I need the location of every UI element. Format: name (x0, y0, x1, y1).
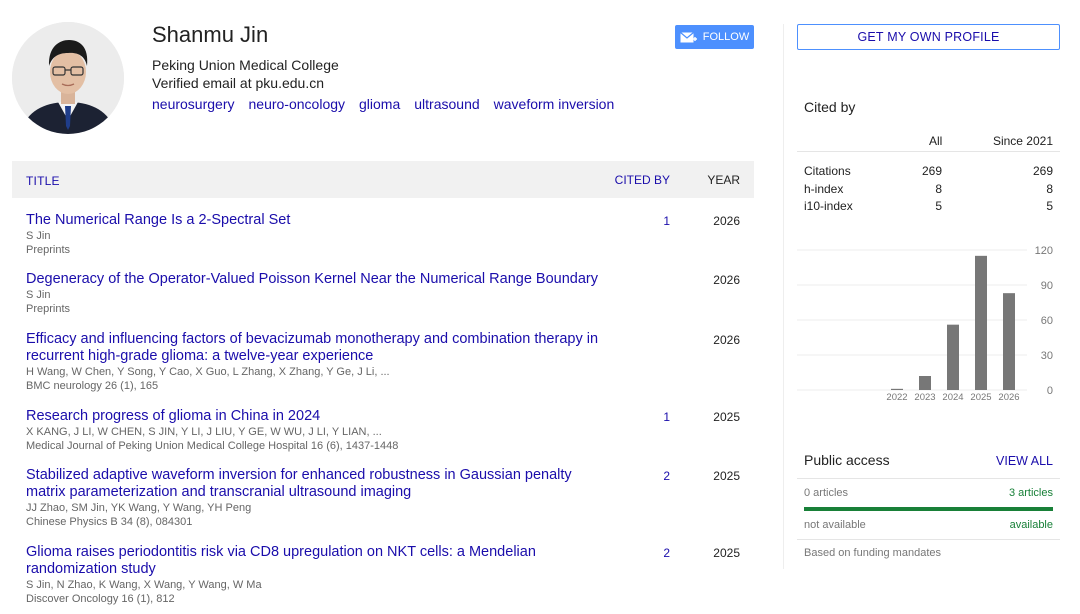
x-tick-label: 2026 (998, 392, 1019, 403)
chart-bar-2023 (919, 376, 931, 390)
public-access-status: not available available (804, 519, 1053, 531)
column-divider (783, 24, 784, 569)
articles-available-count: 3 articles (1008, 487, 1053, 499)
profile-avatar (12, 22, 124, 134)
publication-title[interactable]: Efficacy and influencing factors of beva… (26, 331, 606, 365)
interest-link[interactable]: ultrasound (414, 96, 479, 112)
stat-since: 5 (1046, 199, 1053, 213)
x-tick-label: 2024 (942, 392, 963, 403)
publication-row: Research progress of glioma in China in … (26, 408, 754, 453)
stat-label: Citations (804, 164, 851, 178)
y-tick-label: 60 (1041, 315, 1053, 327)
profile-name: Shanmu Jin (152, 22, 269, 47)
publication-venue: Preprints (26, 303, 71, 315)
research-interests: neurosurgery neuro-oncology glioma ultra… (152, 96, 614, 112)
publication-title[interactable]: Degeneracy of the Operator-Valued Poisso… (26, 271, 606, 288)
not-available-label: not available (804, 519, 866, 531)
publication-year: 2026 (713, 333, 740, 347)
publication-venue: Medical Journal of Peking Union Medical … (26, 440, 399, 452)
publication-authors: S Jin (26, 230, 51, 242)
interest-link[interactable]: neurosurgery (152, 96, 235, 112)
cited-by-heading: Cited by (804, 99, 856, 115)
articles-not-available-count: 0 articles (804, 487, 849, 499)
chart-svg: 0 30 60 90 120 2022 2023 2024 2025 2026 (797, 245, 1053, 403)
publication-row: Glioma raises periodontitis risk via CD8… (26, 544, 754, 606)
col-all: All (929, 134, 943, 148)
stat-since: 8 (1046, 181, 1053, 196)
cited-by-count[interactable]: 1 (630, 214, 670, 228)
sort-by-title[interactable]: TITLE (26, 174, 60, 188)
chart-bar-2025 (975, 255, 987, 390)
cited-by-count[interactable]: 2 (630, 546, 670, 560)
publication-authors: S Jin (26, 289, 51, 301)
follow-label: FOLLOW (702, 31, 750, 43)
public-access-heading: Public access (804, 452, 890, 468)
x-tick-label: 2025 (970, 392, 991, 403)
publication-year: 2026 (713, 273, 740, 287)
publication-row: Degeneracy of the Operator-Valued Poisso… (26, 271, 754, 316)
publication-row: The Numerical Range Is a 2-Spectral Set … (26, 212, 754, 257)
public-access-bar (804, 507, 1053, 511)
y-tick-label: 90 (1041, 280, 1053, 292)
publication-title[interactable]: Stabilized adaptive waveform inversion f… (26, 467, 606, 501)
y-tick-label: 30 (1041, 350, 1053, 362)
stat-since: 269 (1032, 164, 1053, 178)
publication-venue: Discover Oncology 16 (1), 812 (26, 593, 175, 605)
publications-table-header: TITLE CITED BY YEAR (12, 161, 754, 198)
publication-authors: X KANG, J LI, W CHEN, S JIN, Y LI, J LIU… (26, 426, 382, 438)
stat-all: 5 (935, 199, 942, 213)
get-own-profile-button[interactable]: GET MY OWN PROFILE (797, 24, 1060, 50)
funding-mandates-note: Based on funding mandates (804, 547, 941, 559)
available-label: available (1009, 519, 1053, 531)
stats-row: i10-index 5 5 (797, 196, 1060, 214)
public-access-counts: 0 articles 3 articles (804, 487, 1053, 499)
y-tick-label: 0 (1047, 385, 1053, 397)
publication-year: 2025 (713, 469, 740, 483)
stat-all: 8 (935, 181, 942, 196)
stat-label: i10-index (804, 199, 853, 213)
x-tick-label: 2023 (914, 392, 935, 403)
x-tick-label: 2022 (886, 392, 907, 403)
col-since: Since 2021 (992, 134, 1053, 148)
publication-venue: Preprints (26, 244, 71, 256)
stats-row: Citations 269 269 (797, 161, 1060, 179)
citations-per-year-chart: 0 30 60 90 120 2022 2023 2024 2025 2026 (797, 240, 1060, 410)
citation-stats-table: All Since 2021 Citations 269 269 h-index… (797, 128, 1060, 214)
stat-label: h-index (804, 181, 844, 196)
cited-by-count[interactable]: 2 (630, 469, 670, 483)
publication-authors: H Wang, W Chen, Y Song, Y Cao, X Guo, L … (26, 366, 390, 378)
stats-row: h-index 8 8 (797, 179, 1060, 197)
publication-year: 2025 (713, 410, 740, 424)
y-tick-label: 120 (1035, 245, 1053, 257)
publication-venue: BMC neurology 26 (1), 165 (26, 380, 159, 392)
stat-all: 269 (921, 164, 942, 178)
interest-link[interactable]: neuro-oncology (249, 96, 346, 112)
chart-bar-2026 (1003, 293, 1015, 390)
stats-header: All Since 2021 (797, 128, 1060, 152)
interest-link[interactable]: glioma (359, 96, 400, 112)
profile-email: Verified email at pku.edu.cn (152, 75, 324, 91)
view-all-link[interactable]: VIEW ALL (996, 454, 1053, 468)
interest-link[interactable]: waveform inversion (494, 96, 615, 112)
publication-row: Efficacy and influencing factors of beva… (26, 331, 754, 393)
publication-authors: S Jin, N Zhao, K Wang, X Wang, Y Wang, W… (26, 579, 262, 591)
publication-title[interactable]: The Numerical Range Is a 2-Spectral Set (26, 212, 606, 229)
publication-title[interactable]: Research progress of glioma in China in … (26, 408, 606, 425)
cited-by-count[interactable]: 1 (630, 410, 670, 424)
publication-venue: Chinese Physics B 34 (8), 084301 (26, 516, 193, 528)
publication-year: 2025 (713, 546, 740, 560)
publication-authors: JJ Zhao, SM Jin, YK Wang, Y Wang, YH Pen… (26, 502, 252, 514)
sort-by-year[interactable]: YEAR (707, 173, 740, 187)
publication-year: 2026 (713, 214, 740, 228)
publication-row: Stabilized adaptive waveform inversion f… (26, 467, 754, 529)
chart-bar-2022 (891, 388, 903, 390)
follow-button[interactable]: FOLLOW (675, 25, 754, 49)
envelope-plus-icon (679, 31, 697, 42)
divider (797, 539, 1060, 540)
sort-by-cited[interactable]: CITED BY (615, 173, 670, 187)
divider (797, 478, 1060, 479)
profile-affiliation: Peking Union Medical College (152, 57, 339, 73)
chart-bar-2024 (947, 324, 959, 390)
publication-title[interactable]: Glioma raises periodontitis risk via CD8… (26, 544, 606, 578)
